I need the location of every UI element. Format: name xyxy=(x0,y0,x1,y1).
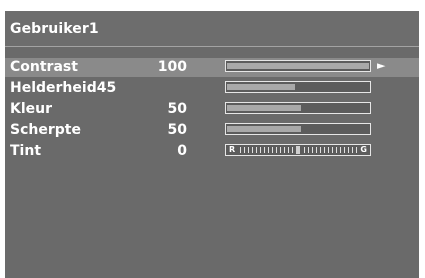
contrast-label: Contrast xyxy=(10,59,78,75)
tint-slider[interactable]: R G xyxy=(225,144,371,156)
tint-tick xyxy=(304,147,305,153)
tint-tick xyxy=(320,147,321,153)
tint-tick xyxy=(336,147,337,153)
kleur-label: Kleur xyxy=(10,101,53,117)
scherpte-slider[interactable] xyxy=(225,123,371,135)
tint-tick xyxy=(240,147,241,153)
tint-tick xyxy=(268,147,269,153)
menu-header: Gebruiker1 xyxy=(5,11,419,47)
tint-tick xyxy=(332,147,333,153)
tint-tick xyxy=(280,147,281,153)
tint-tick xyxy=(248,147,249,153)
menu-row-helderheid[interactable]: Helderheid45 xyxy=(5,79,419,98)
tint-tick xyxy=(276,147,277,153)
tint-tick xyxy=(352,147,353,153)
menu-row-kleur[interactable]: Kleur 50 xyxy=(5,100,419,119)
tint-tick xyxy=(252,147,253,153)
tint-tick xyxy=(356,147,357,153)
tint-tick xyxy=(264,147,265,153)
tint-left-letter: R xyxy=(229,145,236,154)
tint-tick xyxy=(348,147,349,153)
contrast-slider-fill xyxy=(227,63,369,69)
tint-tick xyxy=(256,147,257,153)
tint-right-letter: G xyxy=(360,145,367,154)
helderheid-label: Helderheid45 xyxy=(10,80,117,96)
tint-tick xyxy=(244,147,245,153)
menu-title: Gebruiker1 xyxy=(10,21,99,37)
helderheid-slider[interactable] xyxy=(225,81,371,93)
menu-row-scherpte[interactable]: Scherpte 50 xyxy=(5,121,419,140)
tint-tick xyxy=(284,147,285,153)
tint-tick xyxy=(260,147,261,153)
tint-tick xyxy=(324,147,325,153)
tint-tick xyxy=(316,147,317,153)
tint-tick xyxy=(292,147,293,153)
contrast-value: 100 xyxy=(157,59,187,75)
kleur-slider-fill xyxy=(227,105,301,111)
kleur-value: 50 xyxy=(167,101,187,117)
scherpte-label: Scherpte xyxy=(10,122,81,138)
scherpte-slider-fill xyxy=(227,126,301,132)
tint-tick xyxy=(328,147,329,153)
tint-slider-marker xyxy=(296,146,300,154)
helderheid-slider-fill xyxy=(227,84,295,90)
menu-row-tint[interactable]: Tint 0 R G xyxy=(5,142,419,161)
scherpte-value: 50 xyxy=(167,122,187,138)
tint-value: 0 xyxy=(177,143,187,159)
kleur-slider[interactable] xyxy=(225,102,371,114)
tint-tick xyxy=(312,147,313,153)
tint-tick xyxy=(308,147,309,153)
tint-label: Tint xyxy=(10,143,42,159)
tint-tick xyxy=(344,147,345,153)
osd-menu: Gebruiker1 Contrast 100 ► Helderheid45 K… xyxy=(5,11,419,278)
selected-arrow-icon: ► xyxy=(377,59,386,72)
tint-tick xyxy=(288,147,289,153)
menu-row-contrast[interactable]: Contrast 100 ► xyxy=(5,58,419,77)
tint-tick xyxy=(272,147,273,153)
contrast-slider[interactable] xyxy=(225,60,371,72)
tint-tick xyxy=(340,147,341,153)
